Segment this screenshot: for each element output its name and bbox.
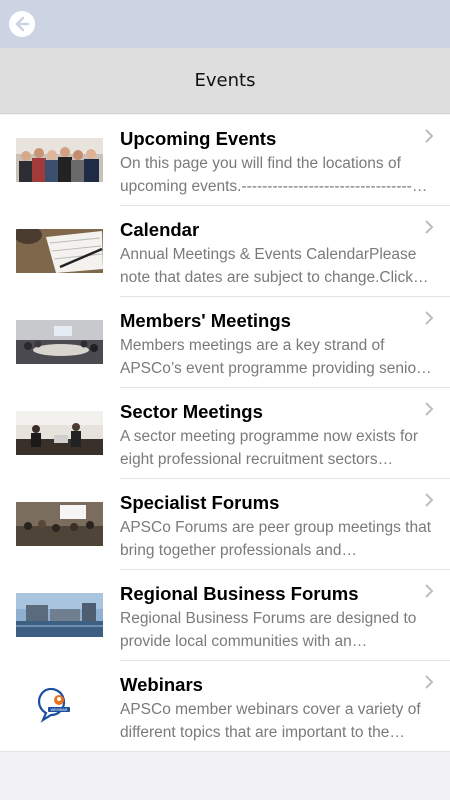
list-item-title: Calendar (120, 219, 200, 240)
list-item-title: Members' Meetings (120, 310, 291, 331)
list-item-description: APSCo member webinars cover a variety of… (120, 701, 421, 741)
list-item-title: Sector Meetings (120, 401, 263, 422)
chevron-right-icon (425, 675, 434, 689)
list-item-title: Upcoming Events (120, 128, 277, 149)
chevron-right-icon (425, 402, 434, 416)
events-list: Upcoming Events On this page you will fi… (0, 115, 450, 752)
list-item-regional-business-forums[interactable]: Regional Business Forums Regional Busine… (0, 570, 450, 661)
chevron-right-icon (425, 129, 434, 143)
list-item-text: Webinars APSCo member webinars cover a v… (120, 673, 432, 744)
page-header: Events (0, 48, 450, 114)
thumbnail-crowd-photo (16, 138, 103, 182)
webinar-badge-label: WEBINAR (51, 708, 68, 712)
list-item-text: Regional Business Forums Regional Busine… (120, 582, 432, 653)
chevron-right-icon (425, 311, 434, 325)
list-item-text: Upcoming Events On this page you will fi… (120, 127, 432, 198)
list-item-title: Regional Business Forums (120, 583, 359, 604)
list-item-sector-meetings[interactable]: Sector Meetings A sector meeting program… (0, 388, 450, 479)
list-item-text: Specialist Forums APSCo Forums are peer … (120, 491, 432, 562)
list-item-description: APSCo Forums are peer group meetings tha… (120, 519, 432, 559)
list-item-description: Members meetings are a key strand of APS… (120, 337, 422, 377)
list-item-title: Specialist Forums (120, 492, 280, 513)
thumbnail-forum-photo (16, 502, 103, 546)
divider (0, 751, 450, 752)
list-item-calendar[interactable]: Calendar Annual Meetings & Events Calend… (0, 206, 450, 297)
thumbnail-notebook-pen-photo (16, 229, 103, 273)
list-item-webinars[interactable]: WEBINAR Webinars APSCo member webinars c… (0, 661, 450, 752)
list-item-description: A sector meeting programme now exists fo… (120, 428, 419, 468)
thumbnail-webinar: WEBINAR (16, 684, 103, 728)
webinar-icon: WEBINAR (37, 687, 70, 723)
page-title: Events (194, 70, 256, 91)
thumbnail-waterfront-photo (16, 593, 103, 637)
list-item-specialist-forums[interactable]: Specialist Forums APSCo Forums are peer … (0, 479, 450, 570)
thumbnail-sector-meeting-photo (16, 411, 103, 455)
list-item-members-meetings[interactable]: Members' Meetings Members meetings are a… (0, 297, 450, 388)
thumbnail-meeting-room-photo (16, 320, 103, 364)
back-button[interactable] (9, 11, 35, 37)
chevron-right-icon (425, 584, 434, 598)
list-item-description: On this page you will find the locations… (120, 155, 428, 195)
list-item-description: Annual Meetings & Events CalendarPlease … (120, 246, 417, 286)
arrow-left-icon (15, 16, 30, 32)
list-item-text: Calendar Annual Meetings & Events Calend… (120, 218, 432, 289)
list-item-title: Webinars (120, 674, 203, 695)
top-bar (0, 0, 450, 48)
chevron-right-icon (425, 493, 434, 507)
list-item-text: Members' Meetings Members meetings are a… (120, 309, 432, 380)
chevron-right-icon (425, 220, 434, 234)
list-item-text: Sector Meetings A sector meeting program… (120, 400, 432, 471)
list-item-upcoming-events[interactable]: Upcoming Events On this page you will fi… (0, 115, 450, 206)
list-item-description: Regional Business Forums are designed to… (120, 610, 417, 650)
